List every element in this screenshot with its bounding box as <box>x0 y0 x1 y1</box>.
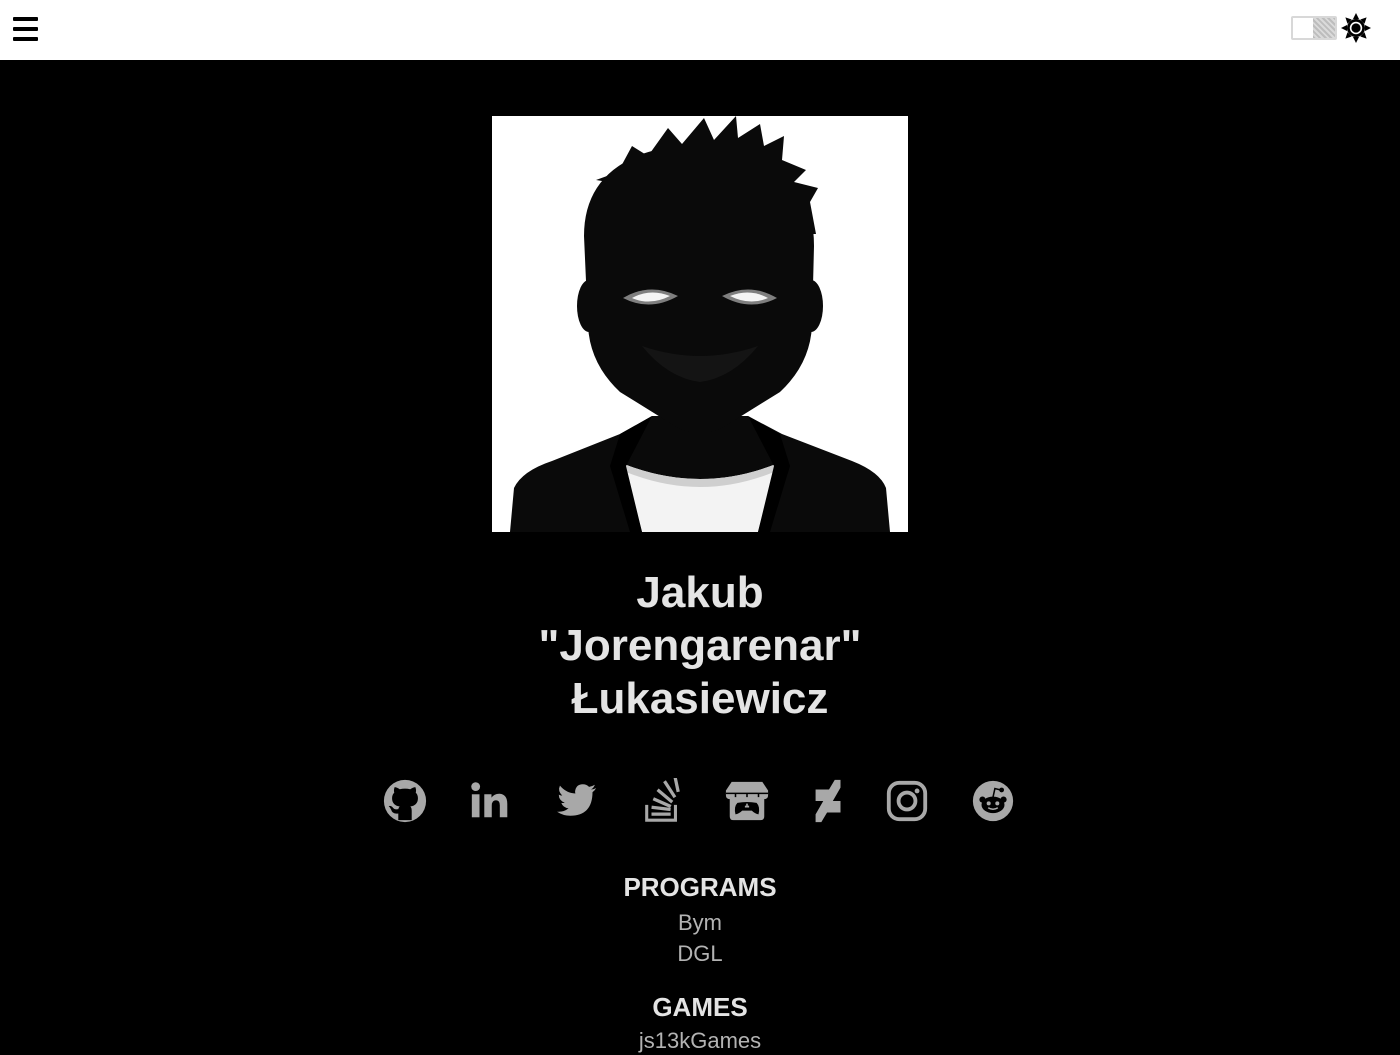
top-bar <box>0 0 1400 60</box>
profile-name: Jakub "Jorengarenar" Łukasiewicz <box>400 566 1000 725</box>
instagram-icon[interactable] <box>884 778 930 824</box>
github-icon[interactable] <box>382 778 428 824</box>
profile-avatar <box>492 116 908 532</box>
social-links <box>360 778 1040 826</box>
toggle-knob <box>1313 18 1335 38</box>
stackoverflow-icon[interactable] <box>640 778 686 824</box>
reddit-icon[interactable] <box>970 778 1016 824</box>
deviantart-icon[interactable] <box>806 778 852 824</box>
hamburger-menu-icon[interactable] <box>13 17 38 41</box>
games-heading: GAMES <box>652 992 748 1022</box>
programs-heading: PROGRAMS <box>623 872 777 902</box>
sun-icon[interactable] <box>1340 12 1372 44</box>
twitter-icon[interactable] <box>554 778 600 824</box>
program-link-dgl[interactable]: DGL <box>500 940 900 968</box>
name-nickname: "Jorengarenar" <box>538 621 862 670</box>
name-first: Jakub <box>636 568 764 617</box>
program-link-bym[interactable]: Bym <box>500 909 900 937</box>
name-last: Łukasiewicz <box>571 674 829 723</box>
game-link-js13kgames[interactable]: js13kGames <box>500 1027 900 1055</box>
itchio-icon[interactable] <box>724 778 770 824</box>
linkedin-icon[interactable] <box>468 778 514 824</box>
theme-toggle-switch[interactable] <box>1291 16 1337 40</box>
